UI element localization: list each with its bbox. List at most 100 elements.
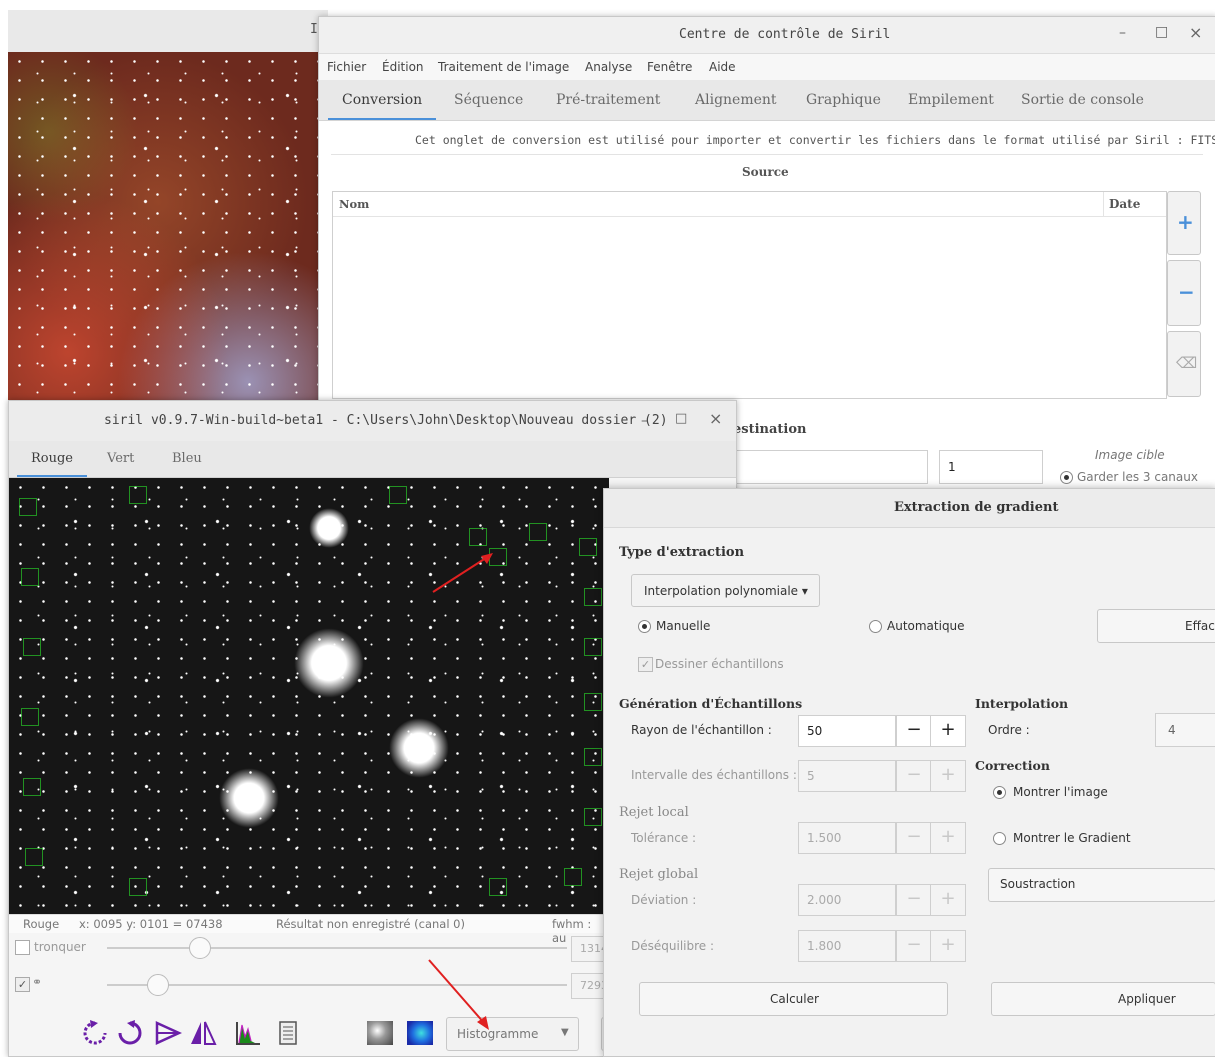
keep-channels-label[interactable]: Garder les 3 canaux [1077, 470, 1198, 484]
show-gradient-radio[interactable] [993, 832, 1006, 845]
draw-samples-label[interactable]: Dessiner échantillons [655, 657, 784, 671]
image-close-button[interactable]: × [709, 409, 722, 428]
menu-traitement[interactable]: Traitement de l'image [438, 54, 569, 80]
close-button[interactable]: × [1189, 23, 1202, 42]
interpolation-header: Interpolation [975, 696, 1069, 711]
keep-channels-radio[interactable] [1060, 471, 1073, 484]
tab-conversion[interactable]: Conversion [327, 80, 437, 120]
mirror-x-icon[interactable] [154, 1019, 182, 1047]
menu-analyse[interactable]: Analyse [585, 54, 632, 80]
apply-button[interactable]: Appliquer [991, 982, 1215, 1016]
low-slider-handle[interactable] [147, 974, 169, 996]
tab-sequence[interactable]: Séquence [454, 80, 523, 120]
background-window-titlebar[interactable]: I [8, 10, 328, 53]
menu-fenetre[interactable]: Fenêtre [647, 54, 692, 80]
gradient-dialog: Extraction de gradient Type d'extraction… [603, 488, 1215, 1057]
manual-radio[interactable] [638, 620, 651, 633]
high-slider-track[interactable] [107, 947, 567, 949]
deviation-increment[interactable]: + [930, 884, 966, 916]
control-center-titlebar[interactable]: Centre de contrôle de Siril – □ × [319, 17, 1215, 54]
destination-name-field[interactable] [733, 450, 928, 484]
order-dropdown[interactable]: 4 [1155, 713, 1215, 747]
tab-graphique[interactable]: Graphique [806, 80, 881, 120]
sample-interval-decrement[interactable]: − [896, 760, 932, 792]
sample-box [584, 638, 602, 656]
tronquer-checkbox[interactable] [15, 940, 30, 955]
draw-samples-checkbox[interactable]: ✓ [638, 657, 653, 672]
clear-files-button[interactable]: ⌫ [1167, 331, 1201, 397]
add-files-button[interactable]: + [1167, 191, 1201, 255]
sample-radius-field[interactable]: 50 [798, 715, 896, 747]
start-number-field[interactable]: 1 [939, 450, 1043, 484]
image-window-titlebar[interactable]: siril v0.9.7-Win-build~beta1 - C:\Users\… [9, 401, 736, 441]
extraction-type-dropdown[interactable]: Interpolation polynomiale ▾ [631, 574, 820, 607]
tab-alignement[interactable]: Alignement [695, 80, 777, 120]
deviation-decrement[interactable]: − [896, 884, 932, 916]
photometry-icon[interactable] [367, 1021, 393, 1045]
rotate-left-icon[interactable] [81, 1019, 109, 1047]
sample-box [389, 486, 407, 504]
menu-aide[interactable]: Aide [709, 54, 736, 80]
manual-label[interactable]: Manuelle [656, 619, 710, 633]
unbalance-increment[interactable]: + [930, 930, 966, 962]
unbalance-decrement[interactable]: − [896, 930, 932, 962]
gradient-dialog-titlebar[interactable]: Extraction de gradient [604, 489, 1215, 528]
menu-fichier[interactable]: Fichier [327, 54, 366, 80]
start-number-value: 1 [948, 460, 956, 474]
tolerance-field[interactable]: 1.500 [798, 822, 896, 854]
sample-interval-field[interactable]: 5 [798, 760, 896, 792]
grayscale-image-canvas[interactable] [9, 478, 609, 914]
clear-icon: ⌫ [1176, 354, 1198, 372]
tolerance-decrement[interactable]: − [896, 822, 932, 854]
tab-pretraitement[interactable]: Pré-traitement [556, 80, 660, 120]
compute-button[interactable]: Calculer [639, 982, 948, 1016]
minimize-button[interactable]: – [1119, 25, 1126, 41]
menu-edition[interactable]: Édition [382, 54, 424, 80]
bright-star [309, 508, 349, 548]
show-gradient-label[interactable]: Montrer le Gradient [1013, 831, 1131, 845]
show-image-label[interactable]: Montrer l'image [1013, 785, 1108, 799]
sample-radius-decrement[interactable]: − [896, 715, 932, 747]
menu-bar: Fichier Édition Traitement de l'image An… [319, 54, 1215, 81]
local-reject-header: Rejet local [619, 805, 689, 820]
sample-box [23, 778, 41, 796]
tab-empilement[interactable]: Empilement [908, 80, 994, 120]
tronquer-label[interactable]: tronquer [34, 940, 86, 954]
unbalance-field[interactable]: 1.800 [798, 930, 896, 962]
destination-section: estination 1 Image cible Garder les 3 ca… [733, 410, 1215, 492]
column-name[interactable]: Nom [339, 197, 369, 211]
link-checkbox[interactable]: ✓ [15, 977, 30, 992]
rotate-right-icon[interactable] [116, 1019, 144, 1047]
tab-rouge[interactable]: Rouge [16, 441, 88, 477]
correction-type-value: Soustraction [1000, 877, 1076, 891]
extraction-type-header: Type d'extraction [619, 545, 745, 560]
correction-type-dropdown[interactable]: Soustraction [988, 868, 1215, 902]
image-maximize-button[interactable]: □ [675, 411, 687, 426]
high-slider-handle[interactable] [189, 937, 211, 959]
tab-sortie-console[interactable]: Sortie de console [1021, 80, 1144, 120]
show-image-radio[interactable] [993, 786, 1006, 799]
sample-box [21, 708, 39, 726]
minus-icon: − [1178, 280, 1195, 304]
automatic-radio[interactable] [869, 620, 882, 633]
source-file-list[interactable]: Nom Date [332, 191, 1167, 399]
tolerance-increment[interactable]: + [930, 822, 966, 854]
maximize-button[interactable]: □ [1155, 24, 1168, 40]
tab-vert[interactable]: Vert [107, 441, 134, 477]
tab-bleu[interactable]: Bleu [172, 441, 202, 477]
color-preview-image[interactable] [8, 52, 328, 410]
clear-samples-button[interactable]: Effac [1097, 609, 1215, 643]
remove-files-button[interactable]: − [1167, 260, 1201, 326]
image-minimize-button[interactable]: – [641, 413, 648, 429]
automatic-label[interactable]: Automatique [887, 619, 965, 633]
mirror-y-icon[interactable] [189, 1019, 217, 1047]
sample-interval-increment[interactable]: + [930, 760, 966, 792]
channel-tabs: Rouge Vert Bleu [9, 441, 736, 478]
column-date[interactable]: Date [1109, 197, 1140, 211]
deviation-field[interactable]: 2.000 [798, 884, 896, 916]
histogram-icon[interactable] [234, 1019, 262, 1047]
tolerance-label: Tolérance : [631, 831, 697, 845]
sample-radius-increment[interactable]: + [930, 715, 966, 747]
sample-box [129, 486, 147, 504]
fits-header-icon[interactable] [274, 1019, 302, 1047]
